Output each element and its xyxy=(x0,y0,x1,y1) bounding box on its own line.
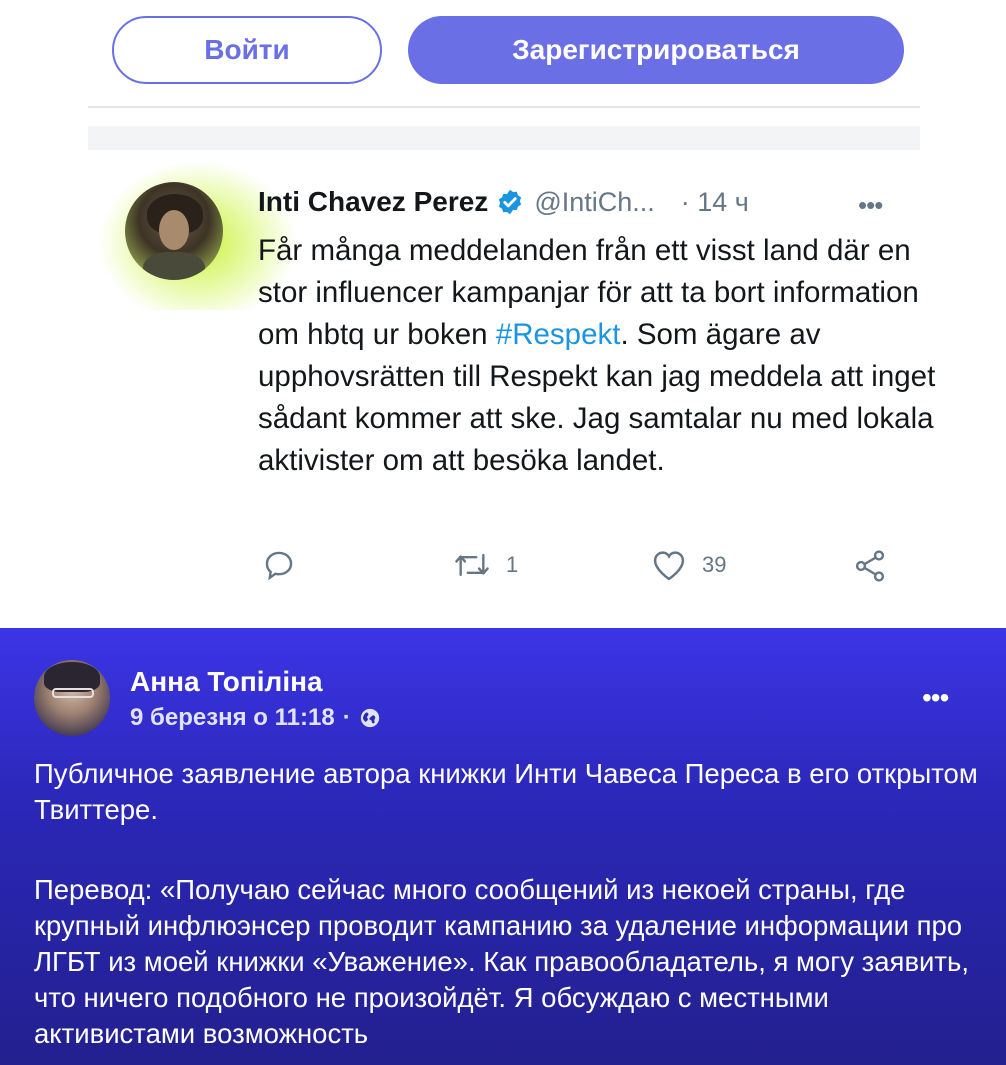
fb-post-text: Публичное заявление автора книжки Инти Ч… xyxy=(34,756,984,1052)
fb-post-date[interactable]: 9 березня о 11:18 xyxy=(130,704,335,732)
verified-badge-icon xyxy=(499,189,522,215)
meta-separator: · xyxy=(342,704,351,731)
tweet-time[interactable]: · 14 ч xyxy=(681,187,749,218)
fb-paragraph-2: Перевод: «Получаю сейчас много сообщений… xyxy=(34,874,969,1049)
login-button[interactable]: Войти xyxy=(112,16,382,84)
divider xyxy=(88,106,920,108)
fb-more-options-icon[interactable]: ••• xyxy=(922,682,949,714)
facebook-post: Анна Топіліна 9 березня о 11:18 · ••• Пу… xyxy=(0,628,1006,1065)
reply-icon xyxy=(265,551,293,581)
heart-icon xyxy=(653,551,685,581)
retweet-button[interactable]: 1 xyxy=(452,548,518,582)
tweet-author-name[interactable]: Inti Chavez Perez xyxy=(258,186,488,218)
tweet-handle[interactable]: @IntiCh... xyxy=(534,187,654,218)
share-icon xyxy=(855,550,885,582)
share-button[interactable] xyxy=(852,548,888,584)
tweet-header: Inti Chavez Perez @IntiCh... · 14 ч xyxy=(258,182,749,222)
like-count: 39 xyxy=(702,552,727,577)
reply-button[interactable] xyxy=(262,548,296,582)
tweet-card: Inti Chavez Perez @IntiCh... · 14 ч ••• … xyxy=(0,150,1006,620)
globe-icon xyxy=(360,708,379,728)
fb-post-meta: 9 березня о 11:18 · xyxy=(130,704,381,732)
auth-bar: Войти Зарегистрироваться xyxy=(0,0,1006,110)
fb-author-name[interactable]: Анна Топіліна xyxy=(130,666,323,698)
tweet-author-avatar[interactable] xyxy=(125,182,223,280)
like-button[interactable]: 39 xyxy=(650,548,726,582)
tweet-more-icon[interactable]: ••• xyxy=(858,190,883,221)
fb-author-avatar[interactable] xyxy=(34,660,110,736)
separator-strip xyxy=(88,126,920,150)
retweet-count: 1 xyxy=(506,552,519,577)
tweet-text: Får många meddelanden från ett visst lan… xyxy=(258,230,938,482)
fb-paragraph-1: Публичное заявление автора книжки Инти Ч… xyxy=(34,758,978,825)
hashtag-link[interactable]: #Respekt xyxy=(496,318,621,351)
retweet-icon xyxy=(455,553,489,577)
register-button[interactable]: Зарегистрироваться xyxy=(408,16,904,84)
tweet-actions: 1 39 xyxy=(0,548,1006,588)
